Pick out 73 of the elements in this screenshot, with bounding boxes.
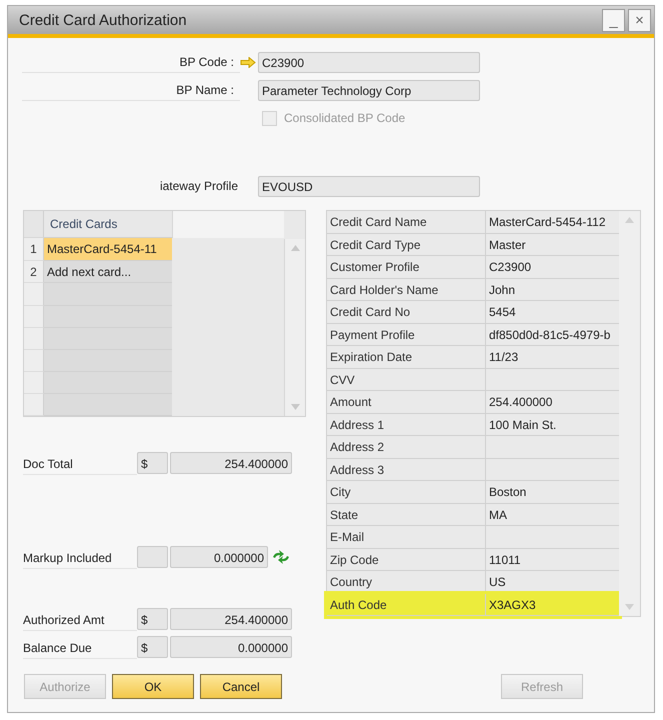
- table-cell: Card Holder's Name: [327, 278, 486, 301]
- field-label: BP Name :: [22, 80, 240, 100]
- table-row[interactable]: Payment Profile df850d0d-81c5-4979-b: [327, 324, 619, 346]
- scroll-up-icon[interactable]: [290, 245, 300, 251]
- table-cell[interactable]: MasterCard-5454-11: [44, 238, 172, 261]
- dialog-button[interactable]: Cancel: [200, 674, 282, 699]
- table-cell: Address 3: [327, 458, 486, 481]
- table-cell[interactable]: [44, 306, 172, 328]
- dialog-button[interactable]: OK: [112, 674, 194, 699]
- text-field[interactable]: C23900: [258, 52, 480, 72]
- table-cell[interactable]: [44, 328, 172, 350]
- table-row[interactable]: Credit Card Name MasterCard-5454-112: [327, 211, 619, 234]
- scroll-down-icon[interactable]: [290, 404, 300, 410]
- table-cell[interactable]: [44, 372, 172, 394]
- close-button[interactable]: ×: [628, 8, 651, 32]
- table-cell[interactable]: [44, 394, 172, 416]
- amount-field[interactable]: 254.400000: [170, 452, 292, 474]
- table-cell[interactable]: [44, 350, 172, 372]
- scroll-up-icon[interactable]: [625, 217, 634, 223]
- table-cell: Address 1: [327, 414, 486, 436]
- amount-field[interactable]: 0.000000: [170, 636, 292, 658]
- table-cell: Credit Card No: [327, 301, 486, 324]
- currency-field: [137, 546, 168, 568]
- table-row[interactable]: Credit Card No 5454: [327, 301, 619, 324]
- currency-field: $: [137, 452, 168, 474]
- table-row[interactable]: Address 1 100 Main St.: [327, 414, 619, 436]
- amount-field[interactable]: 0.000000: [170, 546, 268, 568]
- field-label: BP Code :: [22, 52, 240, 72]
- text-field[interactable]: Parameter Technology Corp: [258, 80, 480, 100]
- link-arrow-icon[interactable]: [240, 56, 256, 68]
- table-cell: CVV: [327, 368, 486, 391]
- table-row[interactable]: CVV: [327, 368, 619, 391]
- scroll-down-icon[interactable]: [625, 604, 634, 610]
- table-cell: Credit Card Type: [327, 234, 486, 256]
- table-row[interactable]: Expiration Date 11/23: [327, 346, 619, 368]
- table-row[interactable]: State MA: [327, 504, 619, 526]
- table-row[interactable]: Amount 254.400000: [327, 391, 619, 414]
- text-field[interactable]: EVOUSD: [258, 176, 480, 196]
- refresh-icon[interactable]: [271, 549, 291, 565]
- table-cell: Amount: [327, 391, 486, 414]
- table-cell[interactable]: [44, 283, 172, 306]
- table-row[interactable]: E-Mail: [327, 526, 619, 548]
- table-cell: Auth Code: [327, 594, 486, 616]
- field-label: iateway Profile: [158, 178, 239, 194]
- table-cell: E-Mail: [327, 526, 486, 548]
- table-row[interactable]: Credit Card Type Master: [327, 234, 619, 256]
- table-row[interactable]: Card Holder's Name John: [327, 278, 619, 301]
- currency-field: $: [137, 608, 168, 630]
- table-cell[interactable]: Add next card...: [44, 260, 172, 284]
- table-row[interactable]: Customer Profile C23900: [327, 256, 619, 278]
- table-row[interactable]: Address 3: [327, 458, 619, 481]
- table-cell: Address 2: [327, 436, 486, 458]
- table-cell: Zip Code: [327, 548, 486, 571]
- table-cell: Customer Profile: [327, 256, 486, 278]
- scrollbar[interactable]: [619, 211, 640, 616]
- minimize-button[interactable]: _: [602, 8, 625, 32]
- window-title: Credit Card Authorization: [19, 12, 187, 28]
- table-row[interactable]: Zip Code 11011: [327, 548, 619, 571]
- table-row[interactable]: Address 2: [327, 436, 619, 458]
- table-cell: City: [327, 481, 486, 504]
- table-cell: State: [327, 504, 486, 526]
- table-row[interactable]: Auth Code X3AGX3: [327, 594, 619, 616]
- row-number: 2: [24, 260, 44, 284]
- row-number: 1: [24, 238, 44, 261]
- table-cell: Payment Profile: [327, 324, 486, 346]
- amount-field[interactable]: 254.400000: [170, 608, 292, 630]
- table-cell: Credit Card Name: [327, 211, 486, 234]
- checkbox-label: Consolidated BP Code: [284, 111, 406, 125]
- table-row[interactable]: City Boston: [327, 481, 619, 504]
- currency-field: $: [137, 636, 168, 658]
- scrollbar[interactable]: [284, 239, 305, 416]
- table-cell: Expiration Date: [327, 346, 486, 368]
- column-header[interactable]: Credit Cards: [44, 211, 173, 238]
